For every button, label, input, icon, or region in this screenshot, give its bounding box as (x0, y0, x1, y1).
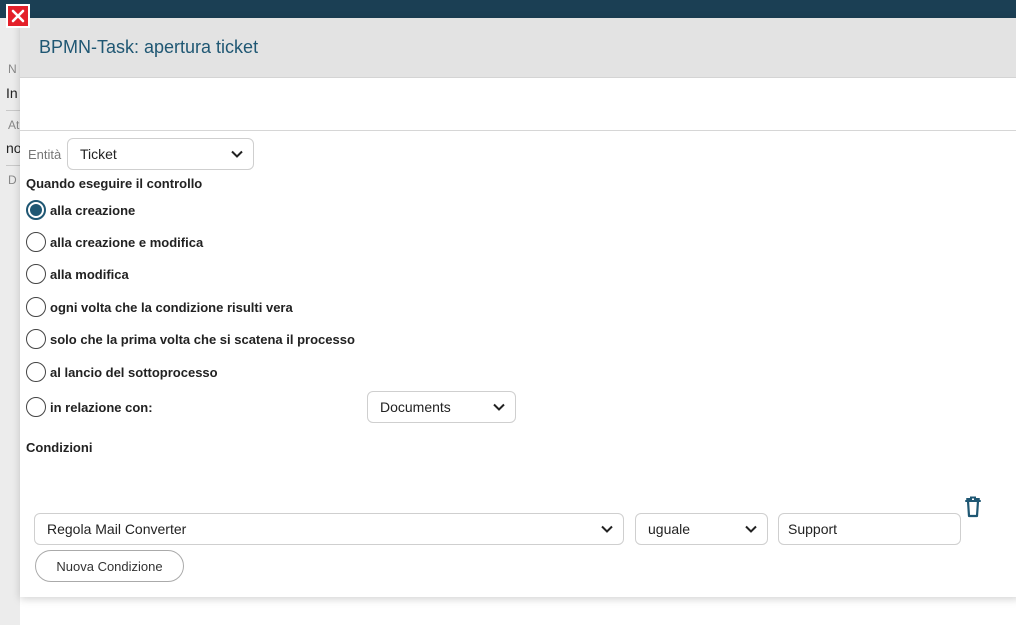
bg-divider (6, 110, 20, 111)
radio-button[interactable] (26, 397, 46, 417)
radio-label: al lancio del sottoprocesso (50, 364, 218, 380)
bpmn-task-modal: BPMN-Task: apertura ticket Entità Ticket… (20, 18, 1016, 597)
chevron-down-icon (231, 150, 243, 158)
relation-select-value: Documents (380, 399, 451, 415)
radio-option-subprocess[interactable]: al lancio del sottoprocesso (26, 362, 218, 382)
radio-label: alla creazione e modifica (50, 234, 204, 250)
entity-select-value: Ticket (80, 146, 117, 162)
add-condition-button[interactable]: Nuova Condizione (35, 550, 184, 582)
radio-label: in relazione con: (50, 399, 153, 415)
bg-divider (6, 165, 20, 166)
entity-select[interactable]: Ticket (67, 138, 254, 170)
radio-option-on-create[interactable]: alla creazione (26, 200, 135, 220)
when-heading: Quando eseguire il controllo (26, 176, 203, 191)
radio-button-checked[interactable] (26, 200, 46, 220)
conditions-heading: Condizioni (26, 440, 93, 455)
entity-label: Entità (28, 147, 62, 162)
radio-button[interactable] (26, 232, 46, 252)
chevron-down-icon (745, 525, 757, 533)
condition-value-input[interactable]: Support (778, 513, 961, 545)
radio-button[interactable] (26, 297, 46, 317)
condition-field-select[interactable]: Regola Mail Converter (34, 513, 624, 545)
bg-value-2: no (6, 140, 20, 156)
condition-field-value: Regola Mail Converter (47, 521, 187, 537)
radio-option-condition-true[interactable]: ogni volta che la condizione risulti ver… (26, 297, 293, 317)
bg-value-1: In (6, 85, 18, 101)
background-panel: N In At no D (0, 18, 20, 625)
divider (20, 130, 1016, 131)
radio-label: alla modifica (50, 266, 129, 282)
radio-option-first-time[interactable]: solo che la prima volta che si scatena i… (26, 329, 355, 349)
radio-label: alla creazione (50, 202, 136, 218)
relation-select[interactable]: Documents (367, 391, 516, 423)
radio-button[interactable] (26, 329, 46, 349)
radio-button[interactable] (26, 362, 46, 382)
radio-label: solo che la prima volta che si scatena i… (50, 331, 355, 347)
radio-button[interactable] (26, 264, 46, 284)
bg-label-1: N (8, 62, 17, 76)
bg-label-2: At (8, 118, 20, 132)
app-topbar (0, 0, 1016, 18)
bg-label-3: D (8, 173, 17, 187)
radio-option-in-relation[interactable]: in relazione con: (26, 397, 153, 417)
chevron-down-icon (493, 403, 505, 411)
modal-title: BPMN-Task: apertura ticket (39, 37, 259, 57)
radio-label: ogni volta che la condizione risulti ver… (50, 299, 293, 315)
chevron-down-icon (601, 525, 613, 533)
condition-operator-select[interactable]: uguale (635, 513, 768, 545)
modal-header: BPMN-Task: apertura ticket (20, 18, 1016, 78)
close-icon (11, 9, 25, 23)
close-button[interactable] (6, 4, 30, 28)
trash-icon[interactable] (963, 496, 983, 518)
radio-option-create-and-modify[interactable]: alla creazione e modifica (26, 232, 203, 252)
radio-option-on-modify[interactable]: alla modifica (26, 264, 129, 284)
condition-operator-value: uguale (648, 521, 691, 537)
